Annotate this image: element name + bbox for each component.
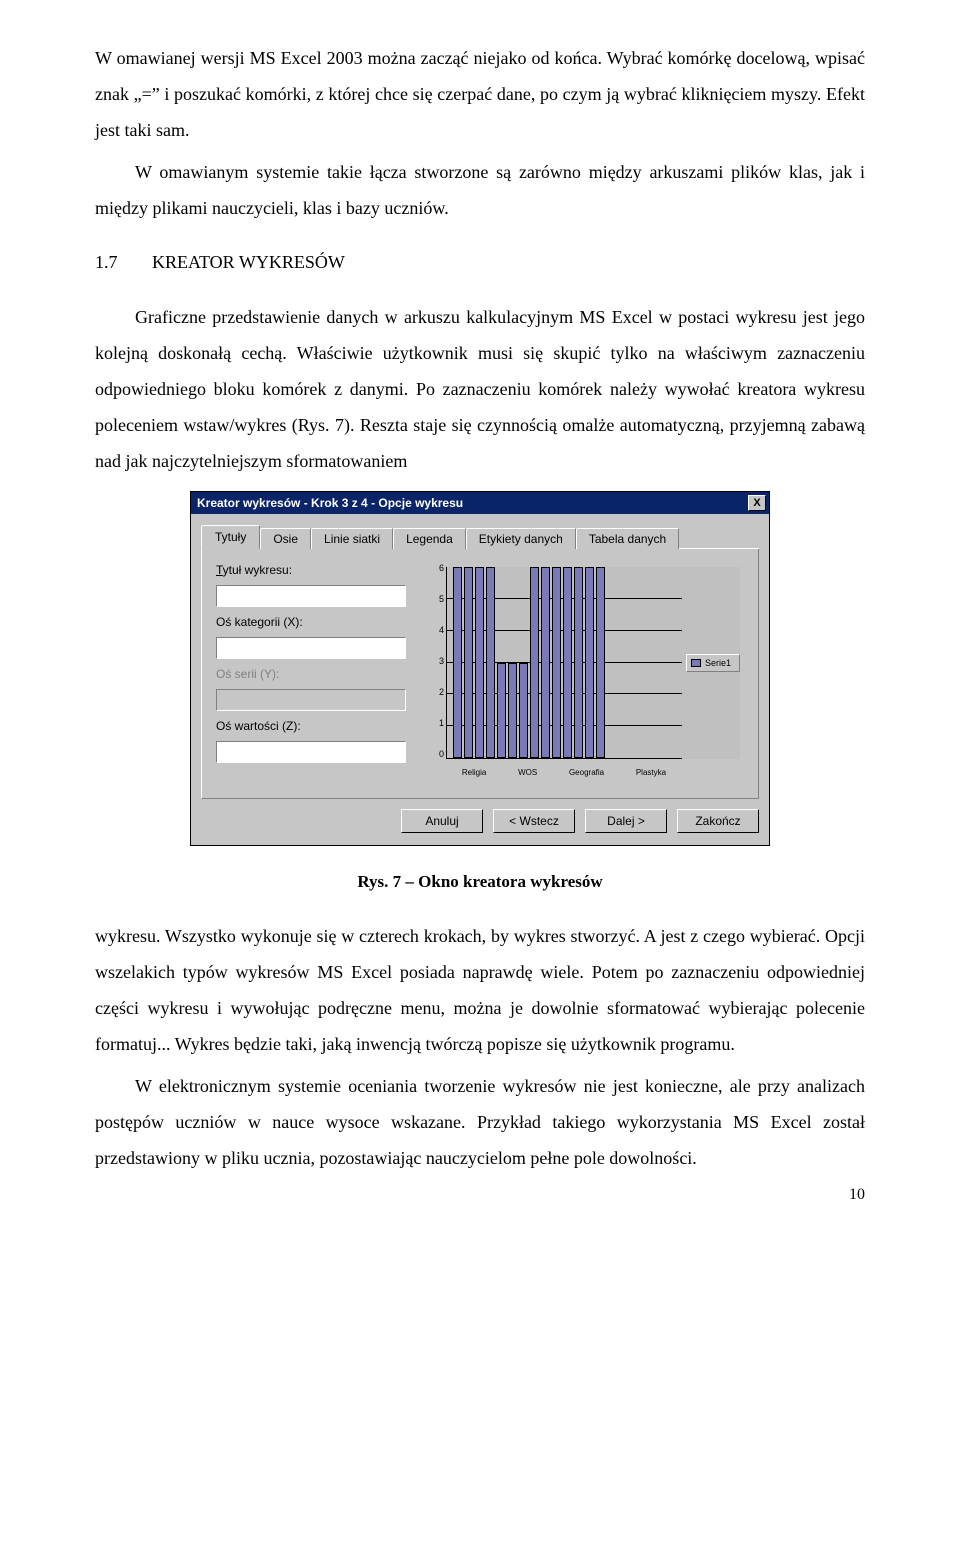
finish-button[interactable]: Zakończ	[677, 809, 759, 833]
tab-axes[interactable]: Osie	[260, 528, 311, 549]
tab-datalabels[interactable]: Etykiety danych	[466, 528, 576, 549]
bar	[552, 567, 561, 758]
bar	[596, 567, 605, 758]
bar	[508, 663, 517, 759]
paragraph-1: W omawianej wersji MS Excel 2003 można z…	[95, 40, 865, 148]
section-heading: 1.7 KREATOR WYKRESÓW	[95, 252, 865, 273]
input-value-axis[interactable]	[216, 741, 406, 763]
paragraph-3: Graficzne przedstawienie danych w arkusz…	[95, 299, 865, 479]
legend: Serie1	[686, 654, 740, 672]
dialog-buttons: Anuluj < Wstecz Dalej > Zakończ	[191, 809, 769, 845]
bar	[486, 567, 495, 758]
tabstrip: Tytuły Osie Linie siatki Legenda Etykiet…	[201, 524, 759, 549]
chart-wizard-dialog: Kreator wykresów - Krok 3 z 4 - Opcje wy…	[190, 491, 770, 846]
bar	[453, 567, 462, 758]
dialog-titlebar: Kreator wykresów - Krok 3 z 4 - Opcje wy…	[191, 492, 769, 514]
bar	[519, 663, 528, 759]
plot-grid	[446, 567, 682, 759]
bar	[530, 567, 539, 758]
bar	[541, 567, 550, 758]
bar	[574, 567, 583, 758]
bar	[497, 663, 506, 759]
tab-datatable[interactable]: Tabela danych	[576, 528, 679, 549]
input-chart-title[interactable]	[216, 585, 406, 607]
figure-caption: Rys. 7 – Okno kreatora wykresów	[95, 872, 865, 892]
legend-swatch-icon	[691, 659, 701, 667]
close-button[interactable]: X	[748, 495, 766, 511]
form-column: TTytuł wykresu:ytuł wykresu: Oś kategori…	[216, 563, 406, 784]
input-cat-axis[interactable]	[216, 637, 406, 659]
plot-area: Serie1	[446, 567, 740, 759]
section-title: KREATOR WYKRESÓW	[152, 252, 345, 272]
tab-legend[interactable]: Legenda	[393, 528, 466, 549]
bar	[585, 567, 594, 758]
label-cat-axis: Oś kategorii (X):	[216, 615, 406, 629]
next-button[interactable]: Dalej >	[585, 809, 667, 833]
back-button[interactable]: < Wstecz	[493, 809, 575, 833]
paragraph-2: W omawianym systemie takie łącza stworzo…	[95, 154, 865, 226]
y-axis-ticks: 6 5 4 3 2 1 0	[428, 563, 444, 759]
page-number: 10	[95, 1186, 865, 1204]
legend-label: Serie1	[705, 658, 731, 668]
paragraph-4: wykresu. Wszystko wykonuje się w czterec…	[95, 918, 865, 1062]
chart-preview: 6 5 4 3 2 1 0	[420, 563, 744, 784]
dialog-figure: Kreator wykresów - Krok 3 z 4 - Opcje wy…	[95, 491, 865, 846]
close-icon: X	[753, 497, 760, 509]
label-chart-title: TTytuł wykresu:ytuł wykresu:	[216, 563, 406, 577]
chart-area: 6 5 4 3 2 1 0	[420, 563, 744, 783]
bar	[475, 567, 484, 758]
x-axis-ticks: Religia WOS Geografia Plastyka	[446, 768, 682, 777]
bar	[464, 567, 473, 758]
label-series-axis: Oś serii (Y):	[216, 667, 406, 681]
cancel-button[interactable]: Anuluj	[401, 809, 483, 833]
paragraph-5: W elektronicznym systemie oceniania twor…	[95, 1068, 865, 1176]
input-series-axis	[216, 689, 406, 711]
section-number: 1.7	[95, 252, 118, 273]
tab-body: TTytuł wykresu:ytuł wykresu: Oś kategori…	[201, 549, 759, 799]
tab-gridlines[interactable]: Linie siatki	[311, 528, 393, 549]
label-value-axis: Oś wartości (Z):	[216, 719, 406, 733]
bar	[563, 567, 572, 758]
tab-titles[interactable]: Tytuły	[201, 525, 260, 549]
dialog-title: Kreator wykresów - Krok 3 z 4 - Opcje wy…	[197, 496, 463, 510]
